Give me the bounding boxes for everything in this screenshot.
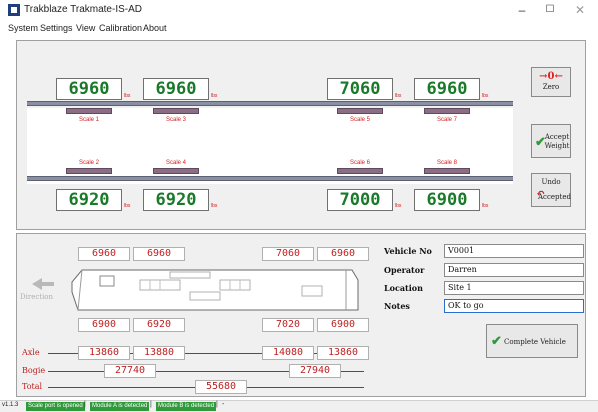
wheel-weight-bottom-4: 6900 <box>317 318 369 332</box>
scale-pad-3 <box>153 108 199 114</box>
wheel-weight-top-1: 6960 <box>78 247 130 261</box>
axle-weight-1: 13860 <box>78 346 130 360</box>
bogie-weight-2: 27940 <box>289 364 341 378</box>
status-separator: | <box>84 401 86 408</box>
axle-weight-2: 13880 <box>133 346 185 360</box>
unit-label: lbs <box>211 203 218 209</box>
accept-label-1: Accept <box>544 133 570 141</box>
location-label: Location <box>384 283 423 293</box>
app-icon <box>8 4 20 16</box>
vehicle-no-input[interactable]: V0001 <box>444 244 584 258</box>
wheel-weight-bottom-2: 6920 <box>133 318 185 332</box>
scale-pad-7 <box>424 108 470 114</box>
operator-label: Operator <box>384 265 425 275</box>
version-label: v1.1.3 <box>2 402 19 408</box>
window-title: Trakblaze Trakmate-IS-AD <box>24 4 142 15</box>
accept-weight-button[interactable]: ✔ Accept Weight <box>531 124 571 158</box>
scale-label-7: Scale 7 <box>436 117 457 123</box>
scale-pad-6 <box>337 168 383 174</box>
wheel-weight-bottom-1: 6900 <box>78 318 130 332</box>
menu-system[interactable]: System <box>8 23 38 33</box>
zero-button-label: Zero <box>542 83 560 91</box>
weight-scale-7: 6960 <box>414 78 480 100</box>
wheel-weight-top-2: 6960 <box>133 247 185 261</box>
weight-scale-4: 6920 <box>143 189 209 211</box>
notes-input[interactable]: OK to go <box>444 299 584 313</box>
bogie-label: Bogie <box>22 366 46 375</box>
train-diagram <box>70 262 360 318</box>
complete-vehicle-button[interactable]: ✔ Complete Vehicle <box>486 324 578 358</box>
scale-label-5: Scale 5 <box>349 117 370 123</box>
scale-label-6: Scale 6 <box>349 160 370 166</box>
vehicle-no-label: Vehicle No <box>384 246 432 256</box>
total-label: Total <box>22 382 43 391</box>
location-input[interactable]: Site 1 <box>444 281 584 295</box>
scale-pad-1 <box>66 108 112 114</box>
weight-scale-1: 6960 <box>56 78 122 100</box>
scale-pad-4 <box>153 168 199 174</box>
unit-label: lbs <box>211 93 218 99</box>
scale-pad-8 <box>424 168 470 174</box>
scale-pad-2 <box>66 168 112 174</box>
unit-label: lbs <box>395 203 402 209</box>
module-a-status-badge: Module A is detected <box>90 402 150 411</box>
zero-icon: →0← <box>539 71 563 82</box>
menu-calibration[interactable]: Calibration <box>99 23 142 33</box>
close-button[interactable]: ✕ <box>562 0 598 20</box>
weight-scale-8: 6900 <box>414 189 480 211</box>
axle-weight-4: 13860 <box>317 346 369 360</box>
accept-label-2: Weight <box>544 142 570 150</box>
wheel-weight-top-4: 6960 <box>317 247 369 261</box>
operator-input[interactable]: Darren <box>444 263 584 277</box>
menu-settings[interactable]: Settings <box>40 23 73 33</box>
scale-pad-5 <box>337 108 383 114</box>
axle-weight-3: 14080 <box>262 346 314 360</box>
scale-label-3: Scale 3 <box>165 117 186 123</box>
top-rail <box>27 101 513 106</box>
checkmark-icon: ✔ <box>491 334 502 349</box>
unit-label: lbs <box>482 203 489 209</box>
port-status-badge: Scale port is opened <box>26 402 85 411</box>
scale-label-8: Scale 8 <box>436 160 457 166</box>
axle-label: Axle <box>22 348 40 357</box>
wheel-weight-top-3: 7060 <box>262 247 314 261</box>
complete-vehicle-label: Complete Vehicle <box>504 338 566 346</box>
undo-icon: ↶ <box>536 187 546 200</box>
unit-label: lbs <box>124 203 131 209</box>
scale-label-4: Scale 4 <box>165 160 186 166</box>
direction-label: Direction <box>20 293 54 301</box>
undo-label-1: Undo <box>541 178 561 186</box>
unit-label: lbs <box>482 93 489 99</box>
menu-about[interactable]: About <box>143 23 167 33</box>
checkmark-icon: ✔ <box>535 135 546 150</box>
scale-label-2: Scale 2 <box>78 160 99 166</box>
menu-view[interactable]: View <box>76 23 95 33</box>
weight-scale-2: 6920 <box>56 189 122 211</box>
bottom-rail <box>27 176 513 181</box>
status-separator: | <box>216 401 218 408</box>
wheel-weight-bottom-3: 7020 <box>262 318 314 332</box>
total-weight: 55680 <box>195 380 247 394</box>
direction-button[interactable]: Direction <box>20 276 66 302</box>
unit-label: lbs <box>124 93 131 99</box>
unit-label: lbs <box>395 93 402 99</box>
scale-label-1: Scale 1 <box>78 117 99 123</box>
zero-button[interactable]: →0← Zero <box>531 67 571 97</box>
bogie-weight-1: 27740 <box>104 364 156 378</box>
weight-scale-5: 7060 <box>327 78 393 100</box>
weight-scale-3: 6960 <box>143 78 209 100</box>
weight-scale-6: 7000 <box>327 189 393 211</box>
status-separator: | <box>150 401 152 408</box>
status-trailer: - <box>222 401 225 408</box>
undo-accepted-button[interactable]: Undo ↶ Accepted <box>531 173 571 207</box>
module-b-status-badge: Module B is detected <box>156 402 217 411</box>
notes-label: Notes <box>384 301 410 311</box>
